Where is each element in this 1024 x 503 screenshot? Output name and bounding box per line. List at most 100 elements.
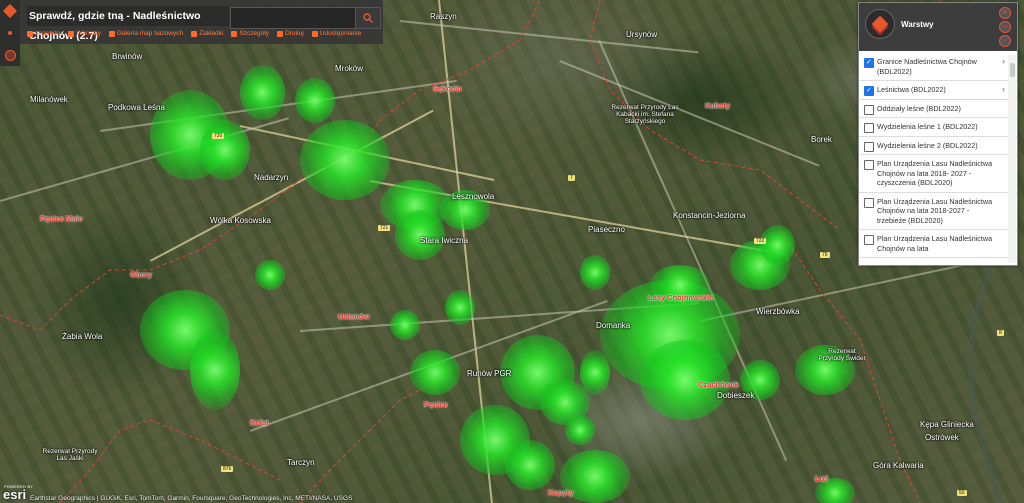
district-label: Ustanów: [338, 312, 370, 321]
district-label: Lasy Chojnowskie: [648, 293, 714, 302]
layer-item[interactable]: Plan Urządzenia Lasu Nadleśnictwa Chojnó…: [859, 155, 1017, 193]
toolbar-layers[interactable]: Warstwy: [68, 30, 101, 37]
layers-scrollbar[interactable]: [1008, 55, 1016, 263]
place-label: Mroków: [335, 64, 364, 73]
toolbar-basemap-gallery[interactable]: Galeria map bazowych: [109, 30, 183, 37]
forest-area: [410, 350, 460, 395]
place-label: Wierzbówka: [756, 307, 800, 316]
layers-panel-logo: [865, 9, 895, 39]
layer-item[interactable]: Oddziały leśne (BDL2022): [859, 100, 1017, 118]
forest-area: [240, 65, 285, 120]
road-number: 721: [378, 225, 391, 231]
place-label: Milanówek: [30, 95, 68, 104]
basemap-gallery-icon: [109, 30, 115, 37]
esri-logo[interactable]: esri: [3, 487, 26, 502]
forest-area: [390, 310, 420, 340]
layer-item[interactable]: Plan Urządzenia Lasu Nadleśnictwa Chojnó…: [859, 193, 1017, 230]
layer-checkbox[interactable]: [864, 58, 874, 68]
layer-checkbox[interactable]: [864, 104, 874, 115]
layer-label: Wydzielenia leśne 1 (BDL2022): [877, 122, 978, 131]
minus-icon: −: [1002, 22, 1008, 31]
minimize-panel-button[interactable]: −: [999, 21, 1011, 33]
app-title: Sprawdź, gdzie tną - Nadleśnictwo Chojnó…: [27, 6, 229, 42]
chevron-right-icon[interactable]: ›: [1002, 84, 1005, 95]
place-label: Domanka: [596, 321, 631, 330]
close-panel-button[interactable]: ×: [999, 7, 1011, 19]
district-label: Łoś: [815, 474, 829, 483]
print-icon: [276, 30, 283, 37]
layer-checkbox[interactable]: [864, 160, 874, 170]
layers-icon: [871, 15, 889, 33]
place-label: Kępa Gliniecka: [920, 420, 974, 429]
search-icon: [363, 13, 373, 23]
toolbar-details[interactable]: Szczegóły: [231, 30, 269, 37]
toolbar-legend[interactable]: Legenda: [27, 30, 60, 37]
layers-scroll-thumb[interactable]: [1010, 63, 1015, 77]
bookmark-icon: [191, 30, 198, 37]
layer-checkbox[interactable]: [864, 235, 874, 245]
road-number: 720: [212, 133, 225, 139]
collapse-panel-button[interactable]: ⌄: [999, 35, 1011, 47]
toolbar-label: Legenda: [35, 30, 61, 37]
place-label: Borek: [811, 135, 832, 144]
legend-icon: [27, 30, 33, 37]
toolbar-label: Drukuj: [284, 30, 304, 37]
place-label: Ursynów: [626, 30, 658, 39]
forest-area: [505, 440, 555, 490]
place-label: Tarczyn: [287, 458, 315, 467]
layers-list: Granice Nadleśnictwa Chojnów (BDL2022) ›…: [859, 53, 1017, 265]
layer-checkbox[interactable]: [864, 123, 874, 133]
chevron-right-icon[interactable]: ›: [1002, 56, 1005, 67]
place-label: Żabia Wola: [62, 332, 103, 341]
layer-item[interactable]: Leśnictwa (BDL2022) ›: [859, 81, 1017, 100]
district-label: Kabaty: [705, 101, 731, 110]
place-label: Podkowa Leśna: [108, 103, 165, 112]
district-label: Czachówek: [698, 380, 739, 389]
place-label: Konstancin-Jeziorna: [673, 211, 746, 220]
layer-label: Granice Nadleśnictwa Chojnów (BDL2022): [877, 57, 977, 76]
forest-area: [395, 210, 445, 260]
toolbar-label: Zakładki: [199, 30, 224, 37]
place-label: Stara Iwiczna: [420, 236, 469, 245]
forest-area: [445, 290, 475, 325]
layer-label: Plan Urządzenia Lasu Nadleśnictwa Chojnó…: [877, 196, 993, 225]
layer-item[interactable]: Wydzielenia leśne 2 (BDL2022): [859, 137, 1017, 155]
layer-item[interactable]: Plan Urządzenia Lasu Nadleśnictwa Chojnó…: [859, 230, 1017, 258]
layer-checkbox[interactable]: [864, 141, 874, 152]
forest-area: [255, 260, 285, 290]
toolbar-label: Warstwy: [76, 30, 101, 37]
road-number: 7: [568, 175, 575, 181]
district-label: Sękocin: [433, 84, 462, 93]
road-number: 876: [221, 466, 234, 472]
place-label: Rezerwat Przyrody Świder: [818, 348, 866, 362]
place-label: Brwinów: [112, 52, 143, 61]
search-input[interactable]: [230, 7, 360, 29]
layer-checkbox[interactable]: [864, 86, 874, 96]
road-number: 79: [820, 252, 830, 258]
place-label: Runów PGR: [467, 369, 512, 378]
toolbar-print[interactable]: Drukuj: [276, 30, 304, 37]
layers-panel-header: Warstwy × − ⌄: [859, 3, 1017, 51]
toolbar-bookmarks[interactable]: Zakładki: [191, 30, 223, 37]
home-button[interactable]: [0, 44, 20, 66]
place-label: Nadarzyn: [254, 173, 289, 182]
layers-panel: Warstwy × − ⌄ Granice Nadleśnictwa Chojn…: [858, 2, 1018, 266]
details-icon: [231, 30, 238, 37]
place-label: Lesznowola: [452, 192, 495, 201]
toolbar-share[interactable]: Udostępnianie: [311, 30, 361, 37]
forest-area: [295, 78, 335, 123]
forest-area: [760, 225, 795, 265]
app-menu-button[interactable]: [0, 0, 20, 22]
forest-area: [190, 330, 240, 410]
district-label: Obory: [130, 270, 153, 279]
place-label: Ostrówek: [925, 433, 959, 442]
search-button[interactable]: [355, 7, 381, 29]
dot-icon: [8, 31, 12, 35]
layer-item[interactable]: Wydzielenia leśne 1 (BDL2022): [859, 118, 1017, 137]
toolbar-label: Galeria map bazowych: [117, 30, 184, 37]
place-label: Dobieszek: [717, 391, 755, 400]
layer-item[interactable]: Granice Nadleśnictwa Chojnów (BDL2022) ›: [859, 53, 1017, 81]
collapse-button[interactable]: [0, 22, 20, 44]
layer-checkbox[interactable]: [864, 197, 874, 208]
close-icon: ×: [1002, 8, 1008, 17]
